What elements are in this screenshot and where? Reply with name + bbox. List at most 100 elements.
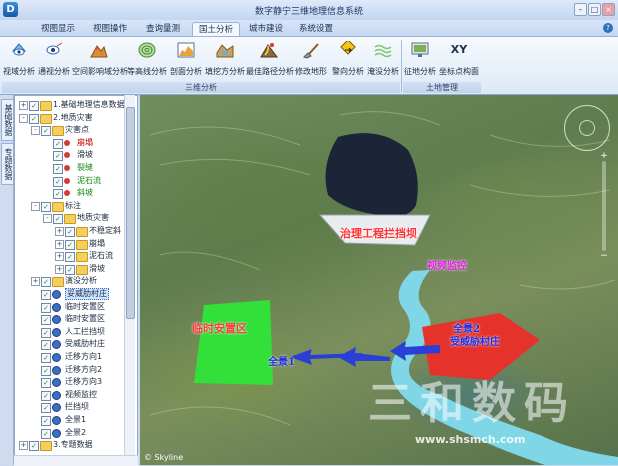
layer-checkbox[interactable]: ✓ bbox=[41, 302, 51, 313]
tree-node[interactable]: ✓ 迁移方向3 bbox=[15, 376, 137, 389]
tree-node[interactable]: + ✓ 3.专题数据 bbox=[15, 439, 137, 452]
tree-node[interactable]: ✓ 斜坡 bbox=[15, 187, 137, 200]
tree-node[interactable]: ✓ 受威肋村庄 bbox=[15, 338, 137, 351]
tree-node[interactable]: + ✓ 演没分析 bbox=[15, 275, 137, 288]
tab-query-measure[interactable]: 查询量测 bbox=[140, 22, 186, 36]
help-icon[interactable]: ? bbox=[603, 23, 613, 33]
expand-icon[interactable]: + bbox=[55, 264, 64, 274]
zoom-in-button[interactable]: + bbox=[598, 151, 610, 161]
label-panorama-1[interactable]: 全景1 bbox=[268, 353, 295, 368]
layer-checkbox[interactable]: ✓ bbox=[41, 416, 51, 426]
label-threatened-village[interactable]: 受威胁村庄 bbox=[450, 333, 500, 348]
viewshed-analysis-button[interactable]: 视域分析 bbox=[2, 39, 36, 81]
layer-checkbox[interactable]: ✓ bbox=[53, 214, 63, 225]
layer-checkbox[interactable]: ✓ bbox=[41, 201, 51, 212]
tree-node[interactable]: ✓ 裂缝 bbox=[15, 162, 137, 174]
tree-node[interactable]: ✓ 滑坡 bbox=[15, 149, 137, 162]
expand-icon[interactable]: + bbox=[55, 227, 64, 236]
layer-checkbox[interactable]: ✓ bbox=[65, 252, 75, 263]
tree-node[interactable]: + ✓ 泥石流 bbox=[15, 250, 137, 263]
layer-checkbox[interactable]: ✓ bbox=[41, 277, 51, 288]
tree-horizontal-scrollbar[interactable] bbox=[14, 455, 138, 466]
line-of-sight-button[interactable]: 通视分析 bbox=[37, 39, 71, 81]
maximize-button[interactable]: □ bbox=[588, 3, 601, 16]
tree-vertical-scrollbar[interactable] bbox=[124, 95, 135, 457]
layer-checkbox[interactable]: ✓ bbox=[41, 365, 51, 376]
land-acquisition-button[interactable]: 征地分析 bbox=[403, 39, 437, 81]
collapse-icon[interactable]: - bbox=[31, 126, 40, 136]
tree-node[interactable]: ✓ 拦挡坝 bbox=[15, 401, 137, 414]
direction-analysis-button[interactable]: 警向分析 bbox=[330, 39, 366, 81]
close-button[interactable]: × bbox=[602, 3, 615, 16]
layer-checkbox[interactable]: ✓ bbox=[41, 403, 51, 414]
tree-node[interactable]: - ✓ 地质灾害 bbox=[15, 212, 137, 225]
contour-analysis-button[interactable]: 等高线分析 bbox=[127, 39, 167, 81]
tree-node[interactable]: + ✓ 不稳定斜 bbox=[15, 225, 137, 237]
layer-checkbox[interactable]: ✓ bbox=[53, 164, 63, 174]
tab-view-display[interactable]: 视图显示 bbox=[36, 22, 80, 36]
layer-checkbox[interactable]: ✓ bbox=[41, 353, 51, 363]
collapse-icon[interactable]: - bbox=[19, 113, 28, 123]
expand-icon[interactable]: + bbox=[19, 441, 28, 451]
layer-checkbox[interactable]: ✓ bbox=[41, 378, 51, 389]
collapse-icon[interactable]: - bbox=[31, 201, 40, 211]
layer-tree[interactable]: + ✓ 1.基础地理信息数据 - ✓ 2.地质灾害 - ✓ 灾害点 ✓ 崩塌 ✓ 滑坡 ✓ 裂缝 ✓ 泥石流 ✓ 斜… bbox=[14, 95, 138, 459]
tree-node[interactable]: ✓ 临时安置区 bbox=[15, 313, 137, 326]
tree-node[interactable]: ✓ 妥威肋村庄 bbox=[15, 288, 137, 300]
modify-terrain-button[interactable]: 修改地形 bbox=[293, 39, 329, 81]
layer-checkbox[interactable]: ✓ bbox=[41, 340, 51, 351]
layer-checkbox[interactable]: ✓ bbox=[53, 151, 63, 162]
layer-checkbox[interactable]: ✓ bbox=[41, 290, 51, 300]
tree-node[interactable]: - ✓ 灾害点 bbox=[15, 124, 137, 137]
tab-thematic-data[interactable]: 专题数据 bbox=[1, 143, 14, 185]
label-temporary-area[interactable]: 临时安置区 bbox=[192, 320, 247, 336]
tree-scroll-thumb[interactable] bbox=[126, 107, 135, 319]
coordinate-polygon-button[interactable]: XY 坐标点构面 bbox=[438, 39, 480, 81]
layer-checkbox[interactable]: ✓ bbox=[41, 327, 51, 338]
expand-icon[interactable]: + bbox=[55, 252, 64, 262]
tree-node[interactable]: ✓ 全景1 bbox=[15, 414, 137, 426]
tree-node[interactable]: ✓ 临时安置区 bbox=[15, 301, 137, 313]
layer-checkbox[interactable]: ✓ bbox=[53, 176, 63, 187]
layer-checkbox[interactable]: ✓ bbox=[41, 126, 51, 137]
tree-node[interactable]: + ✓ 崩塌 bbox=[15, 238, 137, 250]
compass-center[interactable] bbox=[579, 120, 595, 136]
layer-checkbox[interactable]: ✓ bbox=[41, 390, 51, 401]
profile-analysis-button[interactable]: 剖面分析 bbox=[168, 39, 204, 81]
minimize-button[interactable]: – bbox=[574, 3, 587, 16]
best-path-button[interactable]: 最佳路径分析 bbox=[246, 39, 294, 81]
cut-fill-button[interactable]: 填挖方分析 bbox=[205, 39, 245, 81]
layer-checkbox[interactable]: ✓ bbox=[53, 189, 63, 200]
label-dam[interactable]: 治理工程拦挡坝 bbox=[340, 225, 417, 241]
tab-land-analysis[interactable]: 国土分析 bbox=[192, 22, 240, 37]
expand-icon[interactable]: + bbox=[55, 239, 64, 249]
tree-node[interactable]: ✓ 全景2 bbox=[15, 427, 137, 439]
tree-node[interactable]: + ✓ 滑坡 bbox=[15, 263, 137, 275]
compass-icon[interactable] bbox=[564, 105, 610, 151]
zoom-slider[interactable] bbox=[602, 161, 606, 251]
layer-checkbox[interactable]: ✓ bbox=[41, 428, 51, 439]
layer-checkbox[interactable]: ✓ bbox=[65, 227, 75, 237]
tab-basic-data[interactable]: 基础数据 bbox=[1, 99, 14, 141]
expand-icon[interactable]: + bbox=[19, 101, 28, 110]
zoom-out-button[interactable]: − bbox=[598, 251, 610, 261]
tree-node[interactable]: ✓ 迁移方向1 bbox=[15, 351, 137, 363]
tree-node[interactable]: ✓ 迁移方向2 bbox=[15, 364, 137, 376]
tree-node[interactable]: ✓ 视频监控 bbox=[15, 389, 137, 401]
layer-checkbox[interactable]: ✓ bbox=[29, 101, 39, 111]
layer-checkbox[interactable]: ✓ bbox=[53, 138, 63, 149]
tree-node[interactable]: + ✓ 1.基础地理信息数据 bbox=[15, 99, 137, 111]
tree-node[interactable]: ✓ 泥石流 bbox=[15, 175, 137, 187]
layer-checkbox[interactable]: ✓ bbox=[65, 264, 75, 275]
tab-system-settings[interactable]: 系统设置 bbox=[294, 22, 338, 36]
tree-node[interactable]: - ✓ 标注 bbox=[15, 200, 137, 212]
expand-icon[interactable]: + bbox=[31, 277, 40, 287]
tree-node[interactable]: - ✓ 2.地质灾害 bbox=[15, 112, 137, 124]
tree-node[interactable]: ✓ 崩塌 bbox=[15, 137, 137, 149]
layer-checkbox[interactable]: ✓ bbox=[65, 239, 75, 250]
tab-urban-construction[interactable]: 城市建设 bbox=[244, 22, 288, 36]
collapse-icon[interactable]: - bbox=[43, 214, 52, 224]
layer-checkbox[interactable]: ✓ bbox=[29, 441, 39, 452]
layer-checkbox[interactable]: ✓ bbox=[29, 113, 39, 124]
spatial-influence-button[interactable]: 空间影响域分析 bbox=[72, 39, 128, 81]
